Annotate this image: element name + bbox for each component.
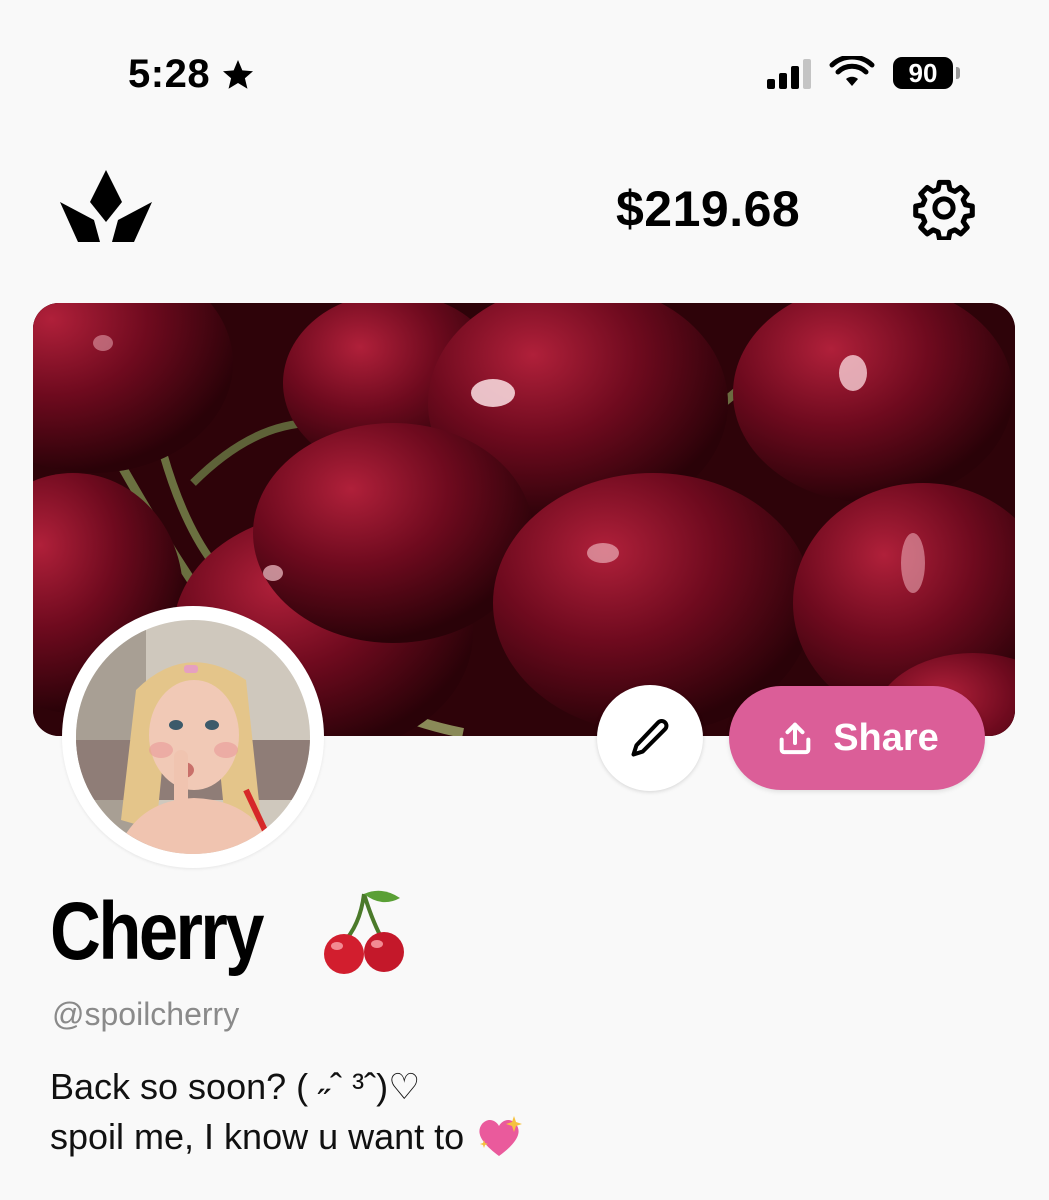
share-label: Share xyxy=(833,716,939,759)
battery-level: 90 xyxy=(908,57,938,88)
settings-gear-icon[interactable] xyxy=(912,176,976,240)
star-icon xyxy=(223,59,254,89)
edit-profile-button[interactable] xyxy=(597,685,703,791)
share-button[interactable]: Share xyxy=(729,686,985,790)
profile-name: Cherry xyxy=(50,885,264,979)
pencil-icon xyxy=(631,719,669,757)
battery-indicator: 90 xyxy=(893,57,960,89)
bio-line: spoil me, I know u want to xyxy=(50,1112,524,1162)
profile-bio: Back so soon? ( ˶ˆ ³ˆ)♡ spoil me, I know… xyxy=(50,1062,524,1162)
bio-line: Back so soon? ( ˶ˆ ³ˆ)♡ xyxy=(50,1062,524,1112)
bio-line-1: Back so soon? ( ˶ˆ ³ˆ)♡ xyxy=(50,1066,421,1107)
share-upload-icon xyxy=(779,722,811,755)
crown-logo-icon[interactable] xyxy=(60,170,152,244)
sparkling-heart-icon xyxy=(479,1116,523,1156)
avatar[interactable] xyxy=(62,606,324,868)
profile-handle: @spoilcherry xyxy=(52,996,240,1032)
wifi-icon xyxy=(829,56,875,86)
cellular-signal-icon xyxy=(767,57,811,89)
bio-line-2: spoil me, I know u want to xyxy=(50,1116,465,1157)
avatar-photo xyxy=(76,620,310,854)
status-time-text: 5:28 xyxy=(128,52,211,96)
profile-name-text: Cherry xyxy=(50,886,264,977)
wallet-balance[interactable]: $219.68 xyxy=(616,180,800,238)
status-time: 5:28 xyxy=(128,52,256,97)
status-indicators: 90 xyxy=(767,56,960,90)
cherry-emoji-icon xyxy=(324,890,404,974)
